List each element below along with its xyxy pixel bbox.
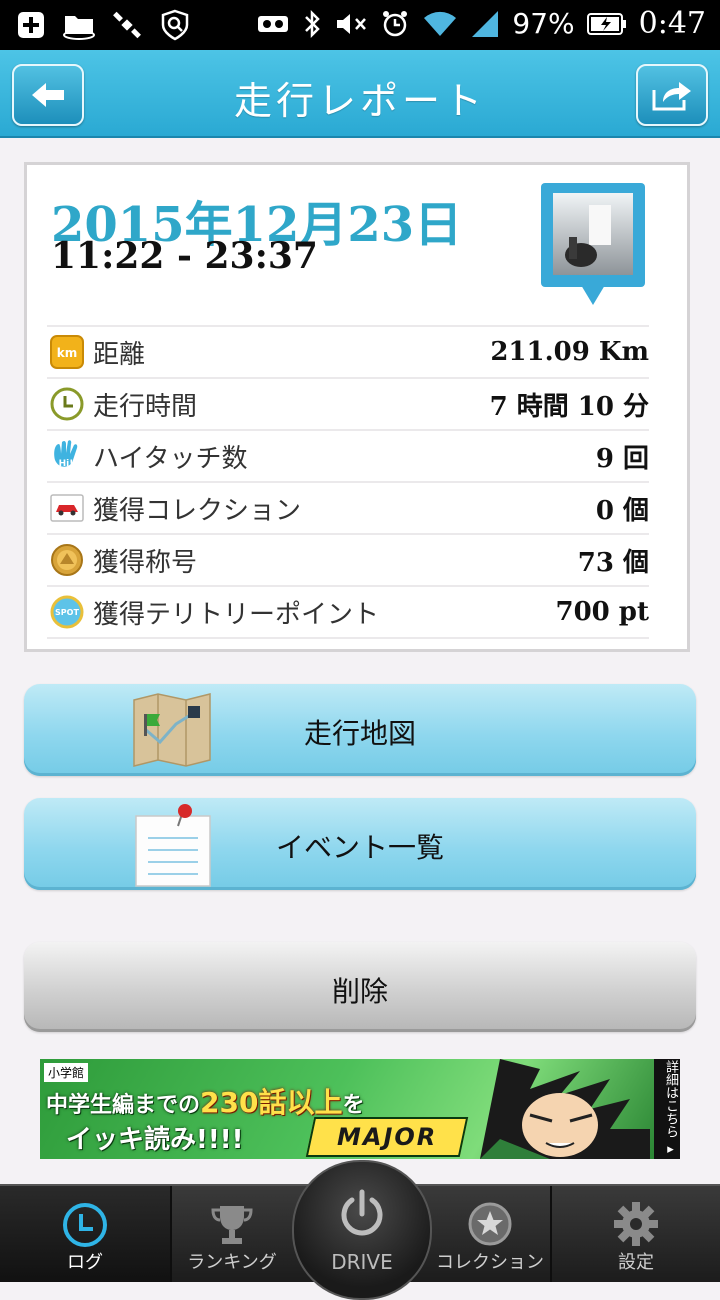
tab-collection-label: コレクション — [436, 1252, 544, 1273]
event-list-button[interactable]: イベント一覧 — [24, 798, 696, 890]
stat-row-titles: 獲得称号 73 個 — [47, 533, 649, 585]
satellite-icon — [110, 8, 144, 42]
status-bar: 97% 0:47 — [0, 0, 720, 50]
vr-icon — [258, 15, 289, 32]
page-title: 走行レポート — [233, 79, 486, 123]
stat-value: 9 回 — [595, 443, 649, 474]
log-clock-icon — [63, 1203, 107, 1247]
gear-icon — [614, 1202, 658, 1246]
delete-label: 削除 — [331, 975, 388, 1008]
ad-publisher: 小学館 — [44, 1063, 89, 1082]
event-list-label: イベント一覧 — [275, 831, 444, 864]
drive-label: DRIVE — [331, 1250, 393, 1274]
ad-headline: 中学生編までの230話以上を — [46, 1086, 365, 1119]
trophy-icon — [211, 1206, 253, 1244]
stat-value: 0 個 — [595, 495, 649, 526]
drive-map-label: 走行地図 — [303, 717, 416, 750]
battery-icon — [586, 12, 626, 35]
photo-pin-thumbnail[interactable] — [539, 181, 647, 311]
hi-hand-icon: Hi! — [49, 438, 85, 474]
stat-row-collection: 獲得コレクション 0 個 — [47, 481, 649, 533]
spot-icon: SPOT — [49, 594, 85, 630]
report-card: 2015年12月23日 11:22 - 23:37 km 距離 211.09 K… — [24, 162, 690, 652]
stat-row-high-touch: Hi! ハイタッチ数 9 回 — [47, 429, 649, 481]
km-icon: km — [49, 334, 85, 370]
major-logo: MAJOR — [305, 1117, 469, 1157]
alarm-icon — [383, 10, 408, 36]
ad-character-illustration — [460, 1059, 650, 1159]
tab-ranking[interactable]: ランキング — [172, 1186, 292, 1282]
tab-log[interactable]: ログ — [0, 1186, 170, 1282]
app-header: 走行レポート — [0, 50, 720, 138]
share-icon — [652, 82, 691, 111]
report-time-range: 11:22 - 23:37 — [51, 235, 318, 277]
svg-text:Hi!: Hi! — [59, 459, 74, 469]
mute-icon — [337, 13, 367, 34]
stat-value: 211.09 Km — [490, 337, 649, 367]
drive-button[interactable]: DRIVE — [292, 1160, 432, 1300]
clock-icon — [49, 386, 85, 422]
stat-value: 7 時間 10 分 — [489, 391, 649, 422]
stat-label: 距離 — [93, 339, 146, 370]
battery-percent: 97% — [512, 7, 575, 40]
stat-label: 走行時間 — [93, 391, 198, 422]
security-shield-icon — [158, 8, 192, 42]
tab-ranking-label: ランキング — [187, 1252, 277, 1273]
banner-ad[interactable]: 小学館 中学生編までの230話以上を イッキ読み!!!! MAJOR 詳細はこち… — [40, 1059, 680, 1159]
stat-label: 獲得コレクション — [93, 495, 302, 526]
bluetooth-icon — [305, 9, 321, 38]
folder-sync-icon — [62, 8, 96, 42]
stat-row-distance: km 距離 211.09 Km — [47, 325, 649, 377]
tab-settings[interactable]: 設定 — [552, 1186, 720, 1282]
stat-row-territory-points: SPOT 獲得テリトリーポイント 700 pt — [47, 585, 649, 639]
wifi-icon — [424, 11, 457, 36]
svg-text:km: km — [57, 346, 77, 360]
delete-button[interactable]: 削除 — [24, 942, 696, 1032]
stat-value: 700 pt — [555, 597, 649, 627]
ad-info-link[interactable]: 詳細はこちら ▸ — [654, 1059, 680, 1159]
car-card-icon — [49, 490, 85, 526]
stat-label: 獲得称号 — [93, 547, 198, 578]
plus-icon — [14, 8, 48, 42]
medal-icon — [49, 542, 85, 578]
signal-icon — [472, 10, 499, 37]
svg-text:SPOT: SPOT — [55, 608, 79, 617]
ad-subheadline: イッキ読み!!!! — [66, 1125, 244, 1155]
report-stats-list: km 距離 211.09 Km 走行時間 7 時間 10 分 Hi! ハイタッチ… — [47, 325, 649, 639]
stat-row-drive-time: 走行時間 7 時間 10 分 — [47, 377, 649, 429]
stat-label: ハイタッチ数 — [93, 443, 248, 474]
share-button[interactable] — [636, 64, 708, 126]
stat-label: 獲得テリトリーポイント — [93, 599, 380, 630]
tab-log-label: ログ — [67, 1252, 103, 1273]
star-icon — [468, 1202, 512, 1246]
stat-value: 73 個 — [577, 547, 649, 578]
power-icon — [341, 1189, 383, 1236]
tab-collection[interactable]: コレクション — [430, 1186, 550, 1282]
clock-time: 0:47 — [638, 6, 706, 41]
drive-map-button[interactable]: 走行地図 — [24, 684, 696, 776]
tab-settings-label: 設定 — [618, 1252, 654, 1273]
